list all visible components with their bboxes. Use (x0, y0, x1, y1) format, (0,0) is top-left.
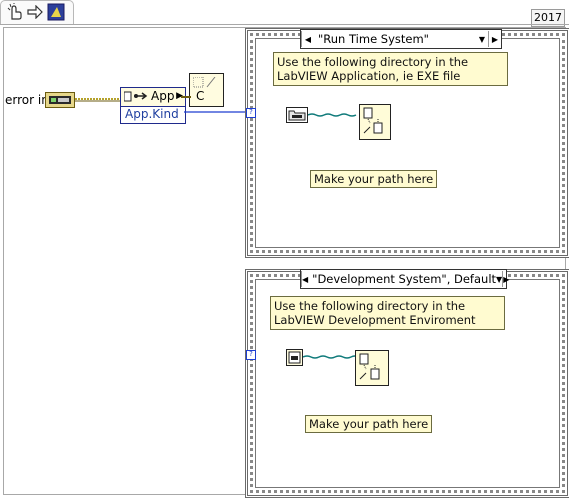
app-kind-property[interactable]: App.Kind (120, 106, 186, 124)
label-development: Make your path here (305, 415, 433, 433)
app-kind-wire (184, 111, 248, 113)
frame-top-line (0, 24, 569, 25)
app-property-node[interactable]: App ▶ (120, 87, 186, 108)
comment-development: Use the following directory in the LabVI… (270, 296, 505, 330)
folder-icon (288, 110, 306, 121)
label-run-time: Make your path here (310, 170, 438, 188)
reference-icon (123, 90, 154, 106)
increment-icon[interactable]: ▶ (502, 271, 509, 287)
constant-node[interactable]: C (189, 73, 224, 107)
path-icon (193, 77, 216, 88)
build-path-node[interactable] (355, 350, 389, 386)
run-pointer-icon[interactable] (6, 2, 24, 22)
frame-left-line (3, 27, 4, 495)
case-selector-label: "Development System", Default (312, 272, 497, 286)
build-path-icon (363, 107, 383, 134)
error-in-terminal[interactable] (45, 92, 75, 108)
error-wire-out (181, 96, 191, 98)
decrement-icon[interactable]: ◀ (301, 271, 308, 287)
comment-run-time: Use the following directory in the LabVI… (273, 52, 508, 86)
case-selector-development[interactable]: ◀ "Development System", Default ▼ ▶ (300, 269, 509, 289)
build-path-icon (359, 353, 380, 380)
decrement-icon[interactable]: ◀ (301, 31, 314, 47)
error-wire (75, 98, 120, 102)
path-constant-development[interactable] (286, 349, 303, 366)
path-constant-run-time[interactable] (286, 107, 308, 123)
constant-letter: C (196, 89, 205, 103)
class-label: App (151, 89, 175, 103)
dropdown-icon[interactable]: ▼ (476, 31, 488, 47)
path-wire-run-time (308, 113, 357, 117)
property-label: App.Kind (125, 107, 179, 121)
path-wire-development (303, 355, 357, 359)
case-selector-terminal[interactable]: ? (246, 108, 256, 118)
case-selector-label: "Run Time System" (318, 32, 429, 46)
case-selector-run-time[interactable]: ◀ "Run Time System" ▼ ▶ (300, 29, 502, 49)
step-arrow-icon[interactable] (26, 2, 44, 22)
highlight-execution-icon[interactable] (46, 2, 66, 22)
increment-icon[interactable]: ▶ (488, 31, 501, 47)
error-in-label: error in (5, 93, 49, 107)
build-path-node[interactable] (359, 104, 391, 140)
case-selector-terminal[interactable]: ? (246, 350, 256, 360)
file-path-icon (288, 351, 301, 364)
